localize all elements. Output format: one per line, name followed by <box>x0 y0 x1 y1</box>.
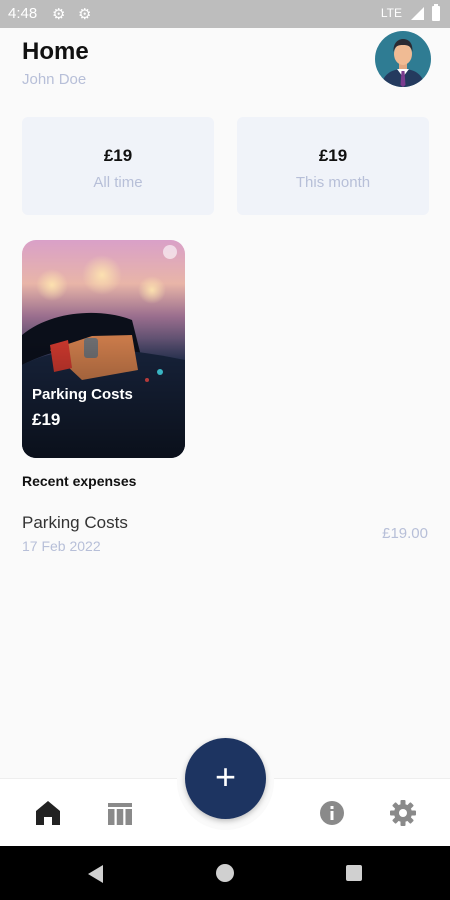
section-title-recent: Recent expenses <box>22 473 137 489</box>
nav-settings[interactable] <box>383 795 423 831</box>
recents-icon[interactable] <box>346 865 362 881</box>
stat-card-this-month: £19 This month <box>237 117 429 215</box>
stat-label: All time <box>93 174 143 191</box>
nav-home[interactable] <box>28 795 68 831</box>
add-expense-button[interactable]: + <box>185 738 266 819</box>
settings-icon <box>390 800 416 826</box>
user-name: John Doe <box>22 71 87 88</box>
page-title: Home <box>22 38 89 65</box>
home-icon <box>36 801 60 825</box>
stat-amount: £19 <box>318 146 348 165</box>
nav-info[interactable] <box>312 795 352 831</box>
system-navigation-bar <box>0 846 450 900</box>
status-bar: 4:48 ⚙ ⚙ LTE <box>0 0 450 28</box>
status-time: 4:48 <box>8 5 38 22</box>
network-label: LTE <box>380 6 402 20</box>
back-icon[interactable] <box>88 865 103 883</box>
avatar-image <box>375 31 431 87</box>
info-icon <box>320 801 344 825</box>
expense-name: Parking Costs <box>22 513 128 532</box>
stat-card-all-time: £19 All time <box>22 117 214 215</box>
settings-notification-icon: ⚙ <box>78 6 92 23</box>
home-circle-icon[interactable] <box>216 864 234 882</box>
header: Home John Doe <box>0 28 450 98</box>
stat-amount: £19 <box>103 146 133 165</box>
category-card-parking[interactable]: Parking Costs £19 <box>22 240 185 458</box>
settings-notification-icon: ⚙ <box>52 6 66 23</box>
signal-icon <box>411 7 424 20</box>
stat-label: This month <box>295 174 371 191</box>
category-name: Parking Costs <box>32 386 133 403</box>
list-item[interactable]: Parking Costs 17 Feb 2022 £19.00 <box>0 508 450 558</box>
battery-icon <box>432 4 440 21</box>
category-amount: £19 <box>32 410 61 429</box>
avatar[interactable] <box>375 31 431 87</box>
table-icon <box>108 803 132 825</box>
expense-date: 17 Feb 2022 <box>22 538 101 554</box>
nav-table[interactable] <box>100 795 140 831</box>
expense-amount: £19.00 <box>382 525 428 542</box>
